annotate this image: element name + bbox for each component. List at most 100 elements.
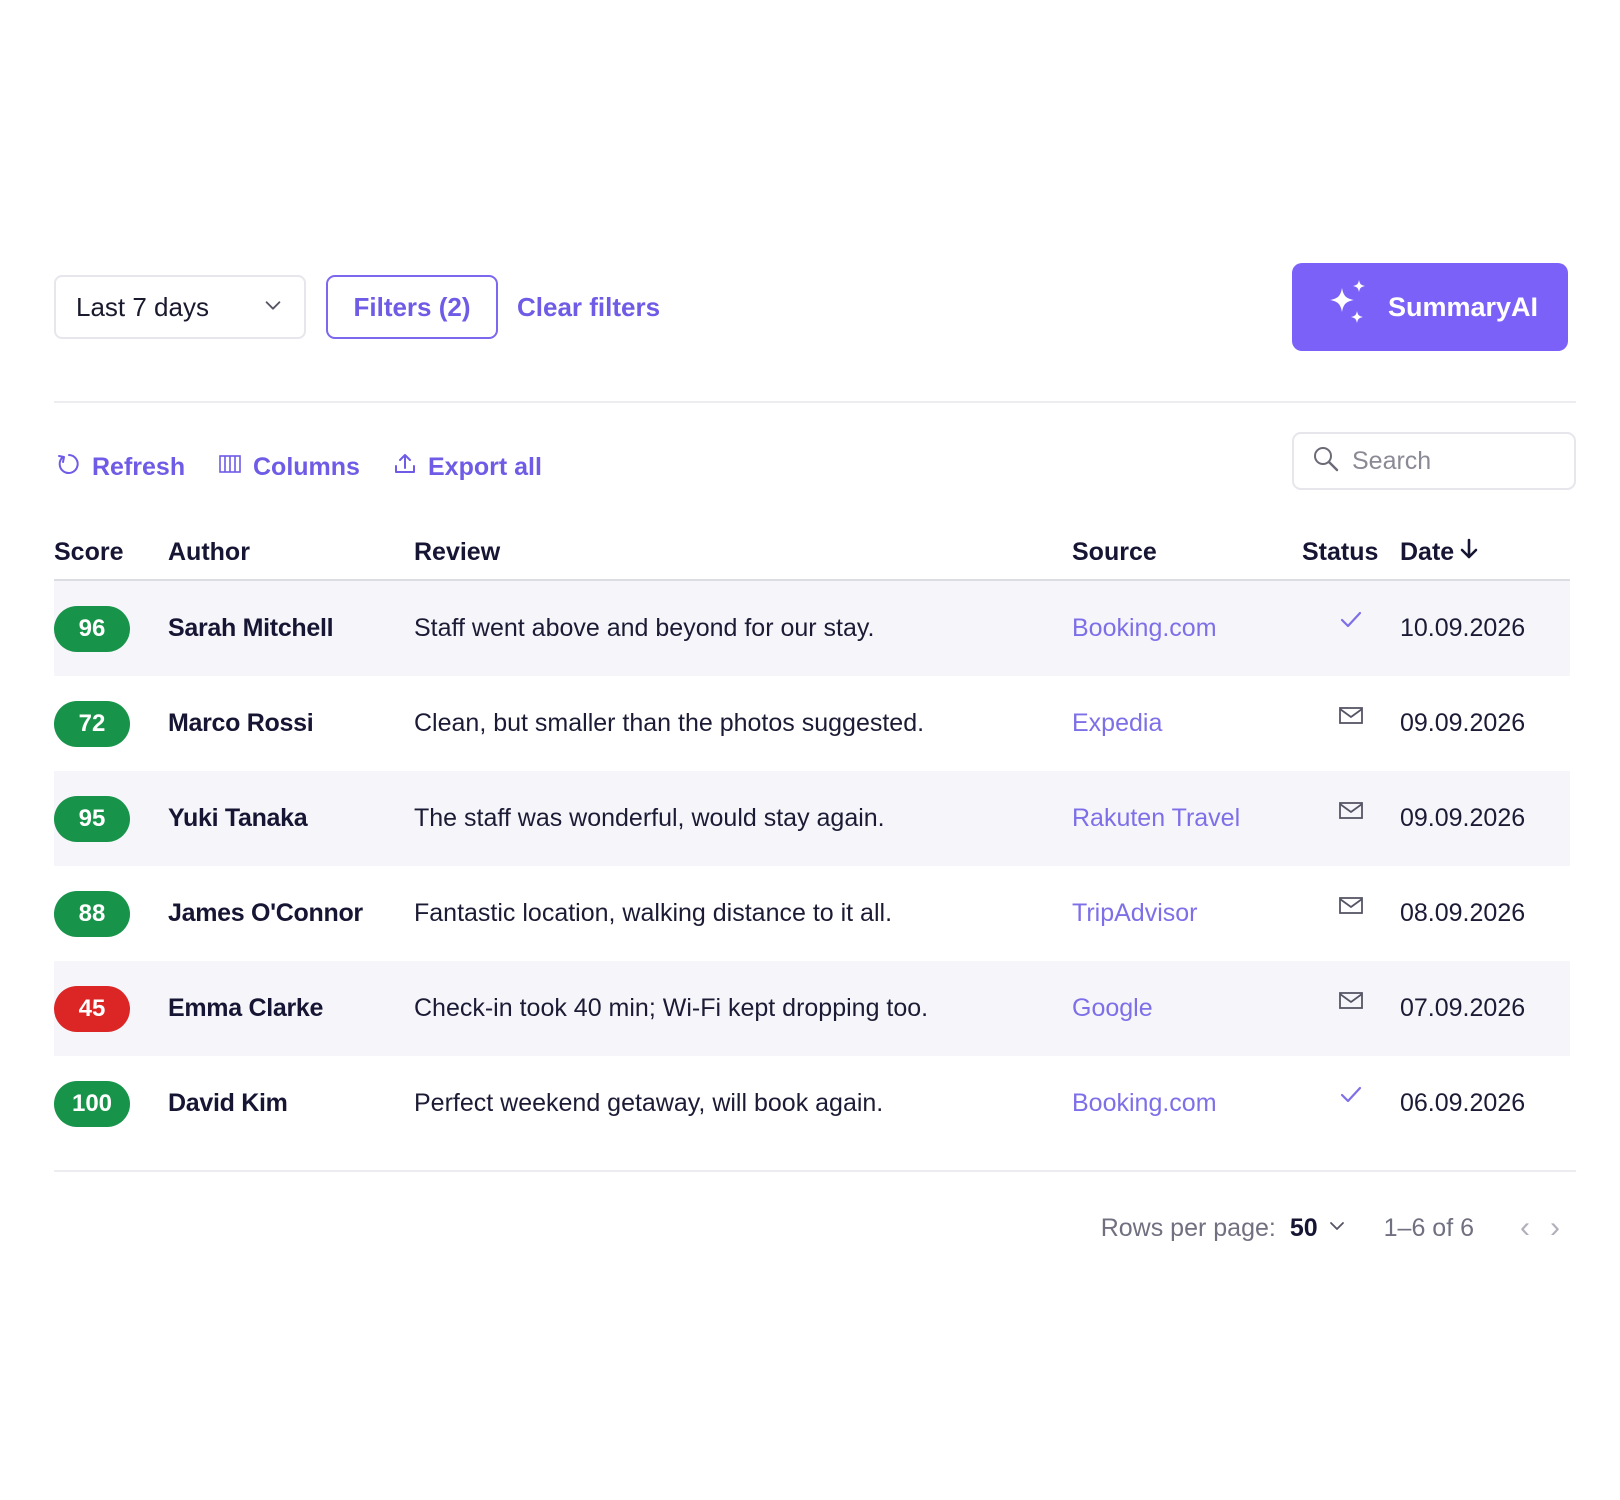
rows-per-page-select[interactable]: 50 [1290,1214,1346,1243]
reviews-table: Score Author Review Source Status Date 9… [54,525,1570,1151]
rows-per-page-value: 50 [1289,1213,1318,1242]
score-badge: 95 [54,795,130,842]
date-range-select[interactable]: Last 7 days [54,275,306,339]
status-cell [1302,992,1400,1019]
envelope-icon [1337,802,1365,829]
author-name: Sarah Mitchell [168,614,334,642]
arrow-down-icon [1458,537,1480,568]
refresh-button[interactable]: Refresh [56,446,185,488]
previous-page-button[interactable]: ‹ [1510,1211,1540,1245]
author-name: David Kim [168,1089,288,1117]
source-cell: Booking.com [1072,614,1302,643]
check-icon [1337,1086,1365,1114]
author-name: Emma Clarke [168,994,324,1022]
score-badge: 96 [54,605,130,652]
status-cell [1302,611,1400,639]
export-all-label: Export all [428,452,542,481]
header-source[interactable]: Source [1072,538,1302,567]
table-header: Score Author Review Source Status Date [54,525,1570,581]
header-date[interactable]: Date [1400,537,1570,568]
review-date: 07.09.2026 [1400,994,1526,1022]
source-cell: Booking.com [1072,1089,1302,1118]
source-link[interactable]: TripAdvisor [1072,899,1198,927]
author-name: Yuki Tanaka [168,804,308,832]
summary-ai-label: SummaryAI [1387,291,1539,322]
author-name: Marco Rossi [168,709,314,737]
review-text: Perfect weekend getaway, will book again… [414,1089,884,1117]
table-row[interactable]: 45 Emma Clarke Check-in took 40 min; Wi-Fi… [54,961,1570,1056]
refresh-icon [56,451,82,484]
table-row[interactable]: 100 David Kim Perfect weekend getaway, wil… [54,1056,1570,1151]
score-cell: 100 [54,1080,168,1127]
top-divider [54,401,1576,403]
score-cell: 96 [54,605,168,652]
score-cell: 72 [54,700,168,747]
bottom-divider [54,1170,1576,1172]
source-link[interactable]: Booking.com [1072,614,1217,642]
source-link[interactable]: Google [1072,994,1153,1022]
review-text: Check-in took 40 min; Wi-Fi kept droppin… [414,994,929,1022]
export-all-button[interactable]: Export all [392,446,542,488]
score-badge: 45 [54,985,130,1032]
status-cell [1302,707,1400,734]
source-link[interactable]: Rakuten Travel [1072,804,1240,832]
refresh-label: Refresh [92,452,186,481]
review-text: Staff went above and beyond for our stay… [414,614,875,642]
envelope-icon [1337,707,1365,734]
review-date: 09.09.2026 [1400,709,1526,737]
header-review[interactable]: Review [414,538,1072,567]
score-cell: 45 [54,985,168,1032]
status-cell [1302,897,1400,924]
check-icon [1337,611,1365,639]
columns-label: Columns [253,452,360,481]
rows-per-page-label: Rows per page: [1100,1213,1276,1242]
source-cell: TripAdvisor [1072,899,1302,928]
source-link[interactable]: Expedia [1072,709,1162,737]
review-date: 08.09.2026 [1400,899,1526,927]
header-date-label: Date [1400,537,1455,566]
next-page-button[interactable]: › [1540,1211,1570,1245]
filters-button[interactable]: Filters (2) [326,275,498,339]
search-input[interactable] [1352,446,1552,476]
search-field[interactable] [1292,432,1576,490]
date-range-value: Last 7 days [76,291,209,322]
table-row[interactable]: 72 Marco Rossi Clean, but smaller than the… [54,676,1570,771]
review-date: 06.09.2026 [1400,1089,1526,1117]
page-range-label: 1–6 of 6 [1383,1213,1474,1242]
score-badge: 88 [54,890,130,937]
source-cell: Rakuten Travel [1072,804,1302,833]
columns-icon [217,451,243,484]
table-row[interactable]: 96 Sarah Mitchell Staff went above and bey… [54,581,1570,676]
clear-filters-link[interactable]: Clear filters [517,275,660,339]
table-row[interactable]: 88 James O'Connor Fantastic location, walk… [54,866,1570,961]
pagination: Rows per page: 50 1–6 of 6 ‹ › [1101,1208,1570,1248]
author-name: James O'Connor [168,899,363,927]
status-cell [1302,1086,1400,1114]
source-link[interactable]: Booking.com [1072,1089,1217,1117]
table-row[interactable]: 95 Yuki Tanaka The staff was wonderful, wo… [54,771,1570,866]
header-score[interactable]: Score [54,538,168,567]
header-status[interactable]: Status [1302,538,1400,567]
score-cell: 95 [54,795,168,842]
chevron-down-icon [1328,1217,1346,1240]
score-badge: 100 [54,1080,130,1127]
review-text: Fantastic location, walking distance to … [414,899,893,927]
review-date: 09.09.2026 [1400,804,1526,832]
score-cell: 88 [54,890,168,937]
review-text: The staff was wonderful, would stay agai… [414,804,885,832]
sparkles-icon [1322,278,1374,337]
review-text: Clean, but smaller than the photos sugge… [414,709,925,737]
search-icon [1312,445,1340,478]
envelope-icon [1337,992,1365,1019]
score-badge: 72 [54,700,130,747]
chevron-down-icon [262,294,284,321]
summary-ai-button[interactable]: SummaryAI [1292,263,1568,351]
review-date: 10.09.2026 [1400,614,1526,642]
header-author[interactable]: Author [168,538,414,567]
upload-icon [392,451,418,484]
table-body: 96 Sarah Mitchell Staff went above and bey… [54,581,1570,1151]
columns-button[interactable]: Columns [217,446,360,488]
envelope-icon [1337,897,1365,924]
status-cell [1302,802,1400,829]
source-cell: Expedia [1072,709,1302,738]
